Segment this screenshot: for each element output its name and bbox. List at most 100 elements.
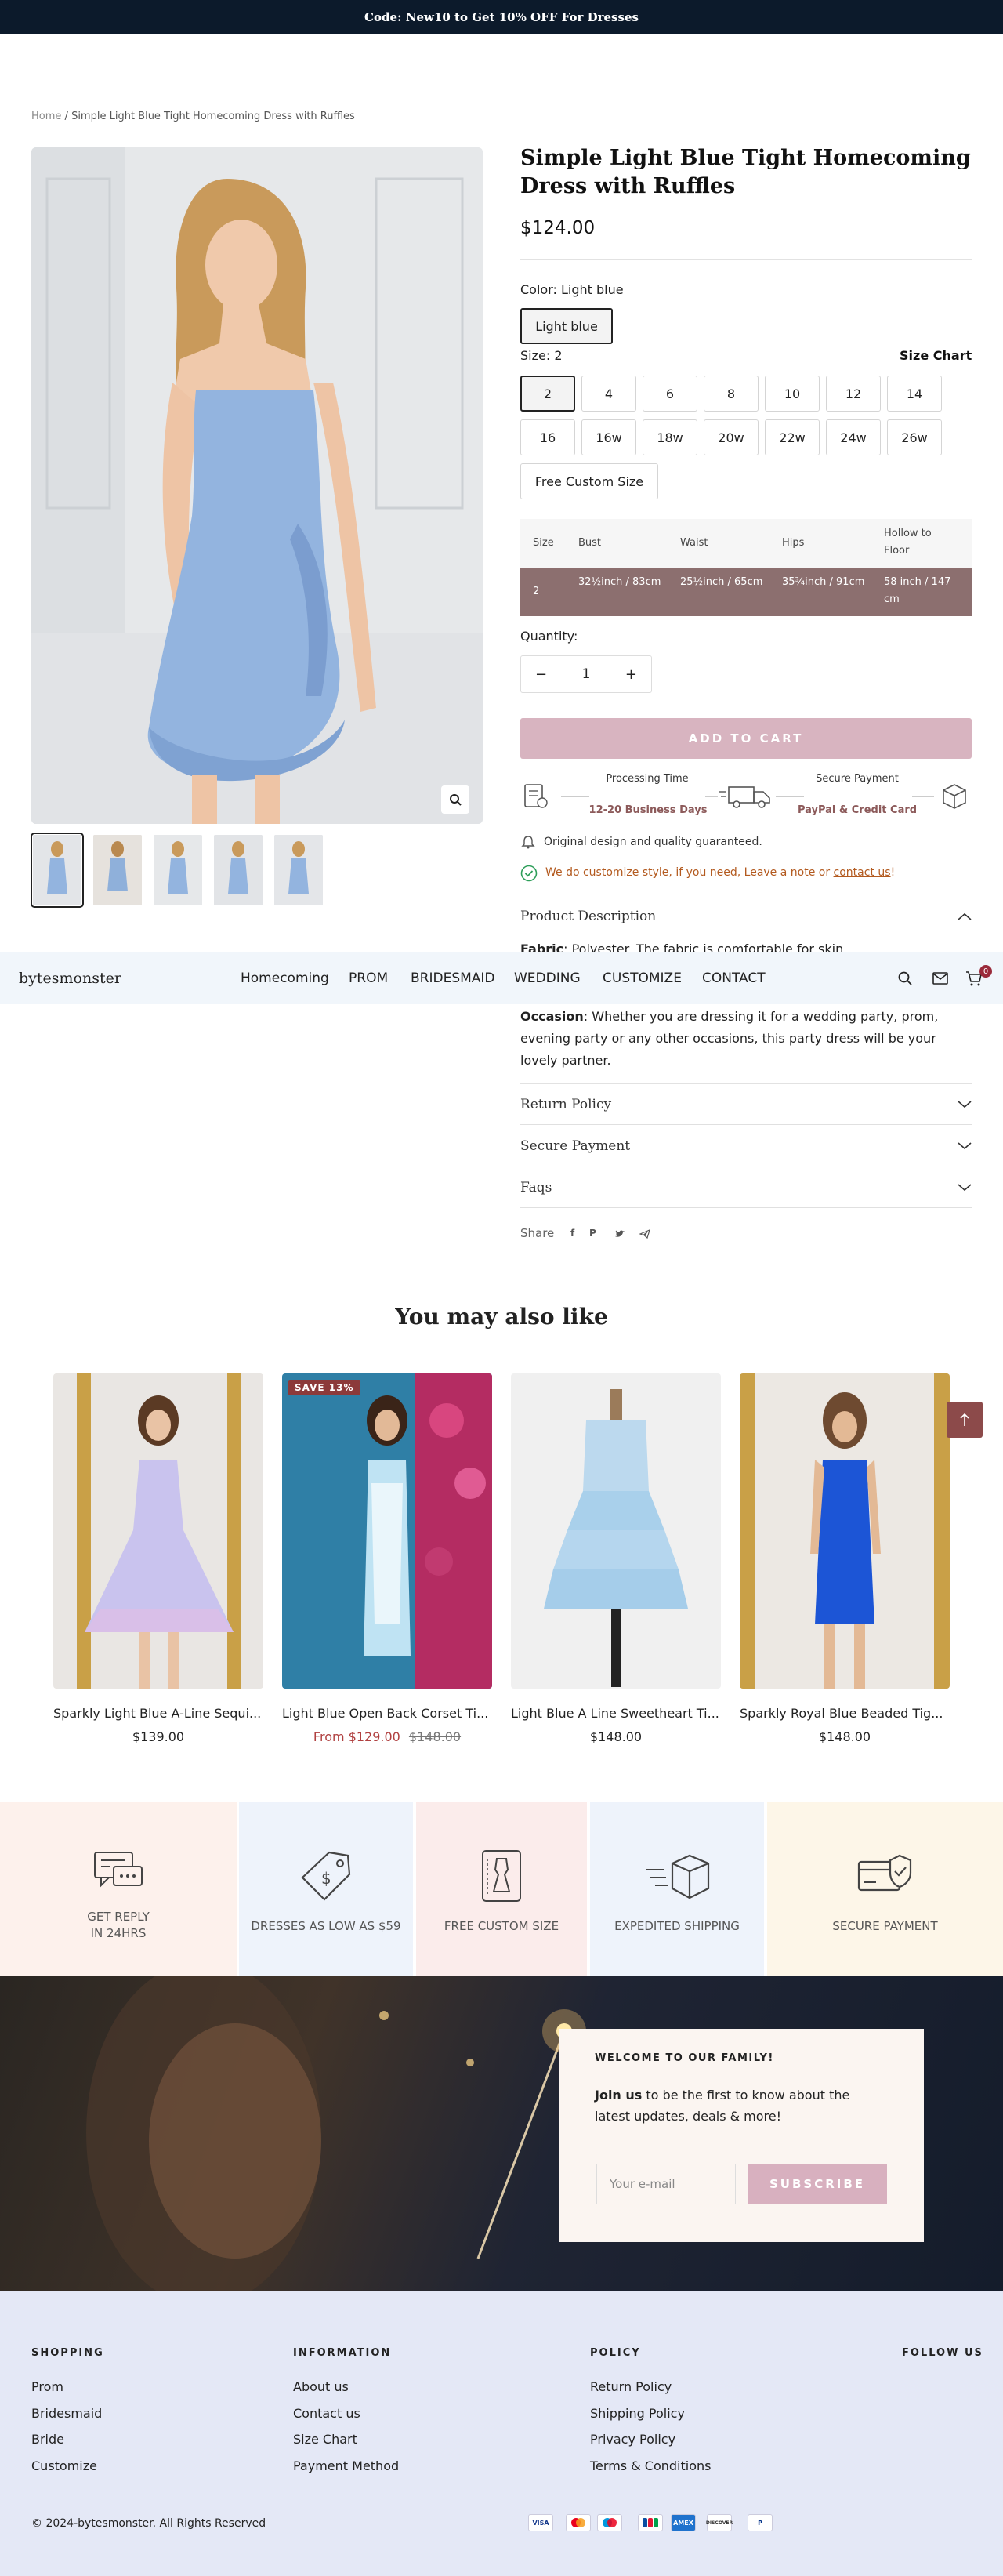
size-option-14[interactable]: 14	[887, 376, 942, 412]
size-table-header-cell: Size	[533, 537, 554, 549]
size-option-6[interactable]: 6	[643, 376, 697, 412]
accordion-faqs[interactable]: Faqs	[520, 1167, 972, 1208]
product-thumbnail-5[interactable]	[274, 835, 323, 905]
size-option-free-custom-size[interactable]: Free Custom Size	[520, 463, 658, 499]
product-card-image[interactable]	[511, 1373, 721, 1689]
recommendations-title: You may also like	[395, 1304, 608, 1330]
fabric-text: : Polyester. The fabric is comfortable f…	[563, 942, 848, 952]
footer-link[interactable]: Terms & Conditions	[590, 2458, 711, 2473]
product-thumbnail-3[interactable]	[154, 835, 202, 905]
product-card-image[interactable]	[53, 1373, 263, 1689]
nav-item-contact[interactable]: CONTACT	[702, 971, 766, 986]
size-option-22w[interactable]: 22w	[765, 419, 820, 455]
product-card-name[interactable]: Sparkly Royal Blue Beaded Tig...	[740, 1706, 950, 1721]
newsletter-email-input[interactable]: Your e-mail	[596, 2164, 736, 2204]
size-option-12[interactable]: 12	[826, 376, 881, 412]
pinterest-share-icon[interactable]: P	[589, 1228, 596, 1239]
accordion-product-description[interactable]: Product Description	[520, 897, 972, 936]
search-icon[interactable]	[898, 971, 912, 989]
maestro-icon	[597, 2514, 622, 2531]
size-option-18w[interactable]: 18w	[643, 419, 697, 455]
footer-link[interactable]: Prom	[31, 2379, 63, 2394]
product-thumbnail-1[interactable]	[31, 833, 84, 908]
size-table-header-cell: Bust	[578, 537, 602, 549]
size-chart-link[interactable]: Size Chart	[900, 348, 972, 363]
nav-item-bridesmaid[interactable]: BRIDESMAID	[411, 971, 495, 986]
product-main-image[interactable]	[31, 147, 483, 824]
occasion-text: : Whether you are dressing it for a wedd…	[520, 1009, 939, 1068]
quantity-label: Quantity:	[520, 629, 578, 644]
size-option-26w[interactable]: 26w	[887, 419, 942, 455]
add-to-cart-button[interactable]: ADD TO CART	[520, 718, 972, 759]
telegram-share-icon[interactable]	[639, 1227, 650, 1242]
site-logo[interactable]: bytesmonster	[19, 970, 121, 987]
twitter-share-icon[interactable]	[614, 1227, 625, 1242]
product-title: Simple Light Blue Tight Homecoming Dress…	[520, 146, 971, 198]
occasion-label: Occasion	[520, 1009, 584, 1024]
newsletter-text: Join us to be the first to know about th…	[595, 2084, 888, 2127]
size-option-8[interactable]: 8	[704, 376, 759, 412]
footer-link[interactable]: Shipping Policy	[590, 2406, 685, 2421]
nav-item-homecoming[interactable]: Homecoming	[241, 971, 329, 986]
footer-information-heading: INFORMATION	[293, 2347, 392, 2359]
size-option-20w[interactable]: 20w	[704, 419, 759, 455]
size-option-4[interactable]: 4	[581, 376, 636, 412]
footer-link[interactable]: Return Policy	[590, 2379, 672, 2394]
newsletter-heading: WELCOME TO OUR FAMILY!	[595, 2052, 774, 2064]
product-card-name[interactable]: Sparkly Light Blue A-Line Sequi...	[53, 1706, 263, 1721]
footer-link[interactable]: Payment Method	[293, 2458, 399, 2473]
quantity-value[interactable]: 1	[582, 666, 591, 682]
size-option-10[interactable]: 10	[765, 376, 820, 412]
secure-payment-value: PayPal & Credit Card	[797, 804, 918, 816]
divider	[912, 796, 934, 797]
product-card-name[interactable]: Light Blue A Line Sweetheart Ti...	[511, 1706, 721, 1721]
product-card-image[interactable]	[740, 1373, 950, 1689]
chevron-down-icon	[958, 1141, 972, 1149]
facebook-share-icon[interactable]: f	[570, 1228, 574, 1239]
size-option-16w[interactable]: 16w	[581, 419, 636, 455]
size-option-2[interactable]: 2	[520, 376, 575, 412]
product-thumbnail-2[interactable]	[93, 835, 142, 905]
accordion-secure-payment[interactable]: Secure Payment	[520, 1126, 972, 1166]
discover-icon: DISCOVER	[706, 2514, 733, 2531]
size-table-header-cell: Hips	[782, 537, 805, 549]
product-card-image[interactable]: SAVE 13%	[282, 1373, 492, 1689]
footer-link[interactable]: About us	[293, 2379, 349, 2394]
accordion-title: Return Policy	[520, 1096, 612, 1112]
customize-note-suffix: !	[890, 866, 896, 879]
footer-link[interactable]: Bride	[31, 2432, 64, 2447]
size-option-24w[interactable]: 24w	[826, 419, 881, 455]
nav-item-customize[interactable]: CUSTOMIZE	[603, 971, 682, 986]
size-table-cell: 2	[533, 586, 540, 597]
color-option-light-blue[interactable]: Light blue	[520, 308, 613, 344]
product-thumbnail-4[interactable]	[214, 835, 263, 905]
color-selected-value: Light blue	[560, 282, 624, 297]
nav-item-prom[interactable]: PROM	[349, 971, 388, 986]
subscribe-button[interactable]: SUBSCRIBE	[748, 2164, 887, 2204]
zoom-button[interactable]	[441, 785, 469, 814]
footer-policy-heading: POLICY	[590, 2347, 641, 2359]
accordion-return-policy[interactable]: Return Policy	[520, 1084, 972, 1125]
feature-label-line: GET REPLY	[87, 1910, 150, 1924]
footer-link[interactable]: Privacy Policy	[590, 2432, 675, 2447]
fabric-label: Fabric	[520, 942, 564, 952]
footer-link[interactable]: Bridesmaid	[31, 2406, 102, 2421]
breadcrumb-home-link[interactable]: Home	[31, 111, 61, 122]
footer-link[interactable]: Customize	[31, 2458, 97, 2473]
price-tag-icon: $	[301, 1851, 351, 1901]
increase-quantity-button[interactable]: +	[625, 666, 637, 683]
newsletter-card: WELCOME TO OUR FAMILY! Join us to be the…	[559, 2029, 924, 2242]
size-option-16[interactable]: 16	[520, 419, 575, 455]
fabric-description: Fabric: Polyester. The fabric is comfort…	[520, 938, 972, 952]
back-to-top-button[interactable]	[947, 1402, 983, 1438]
mail-icon[interactable]	[932, 972, 948, 988]
product-card-name[interactable]: Light Blue Open Back Corset Ti...	[282, 1706, 492, 1721]
breadcrumb-separator: /	[64, 111, 68, 122]
contact-us-link[interactable]: contact us	[834, 866, 891, 879]
footer-link[interactable]: Size Chart	[293, 2432, 357, 2447]
feature-label: GET REPLY IN 24HRS	[87, 1909, 150, 1942]
size-table-cell: 35¾inch / 91cm	[782, 576, 865, 588]
nav-item-wedding[interactable]: WEDDING	[514, 971, 581, 986]
footer-link[interactable]: Contact us	[293, 2406, 360, 2421]
decrease-quantity-button[interactable]: −	[535, 666, 547, 683]
